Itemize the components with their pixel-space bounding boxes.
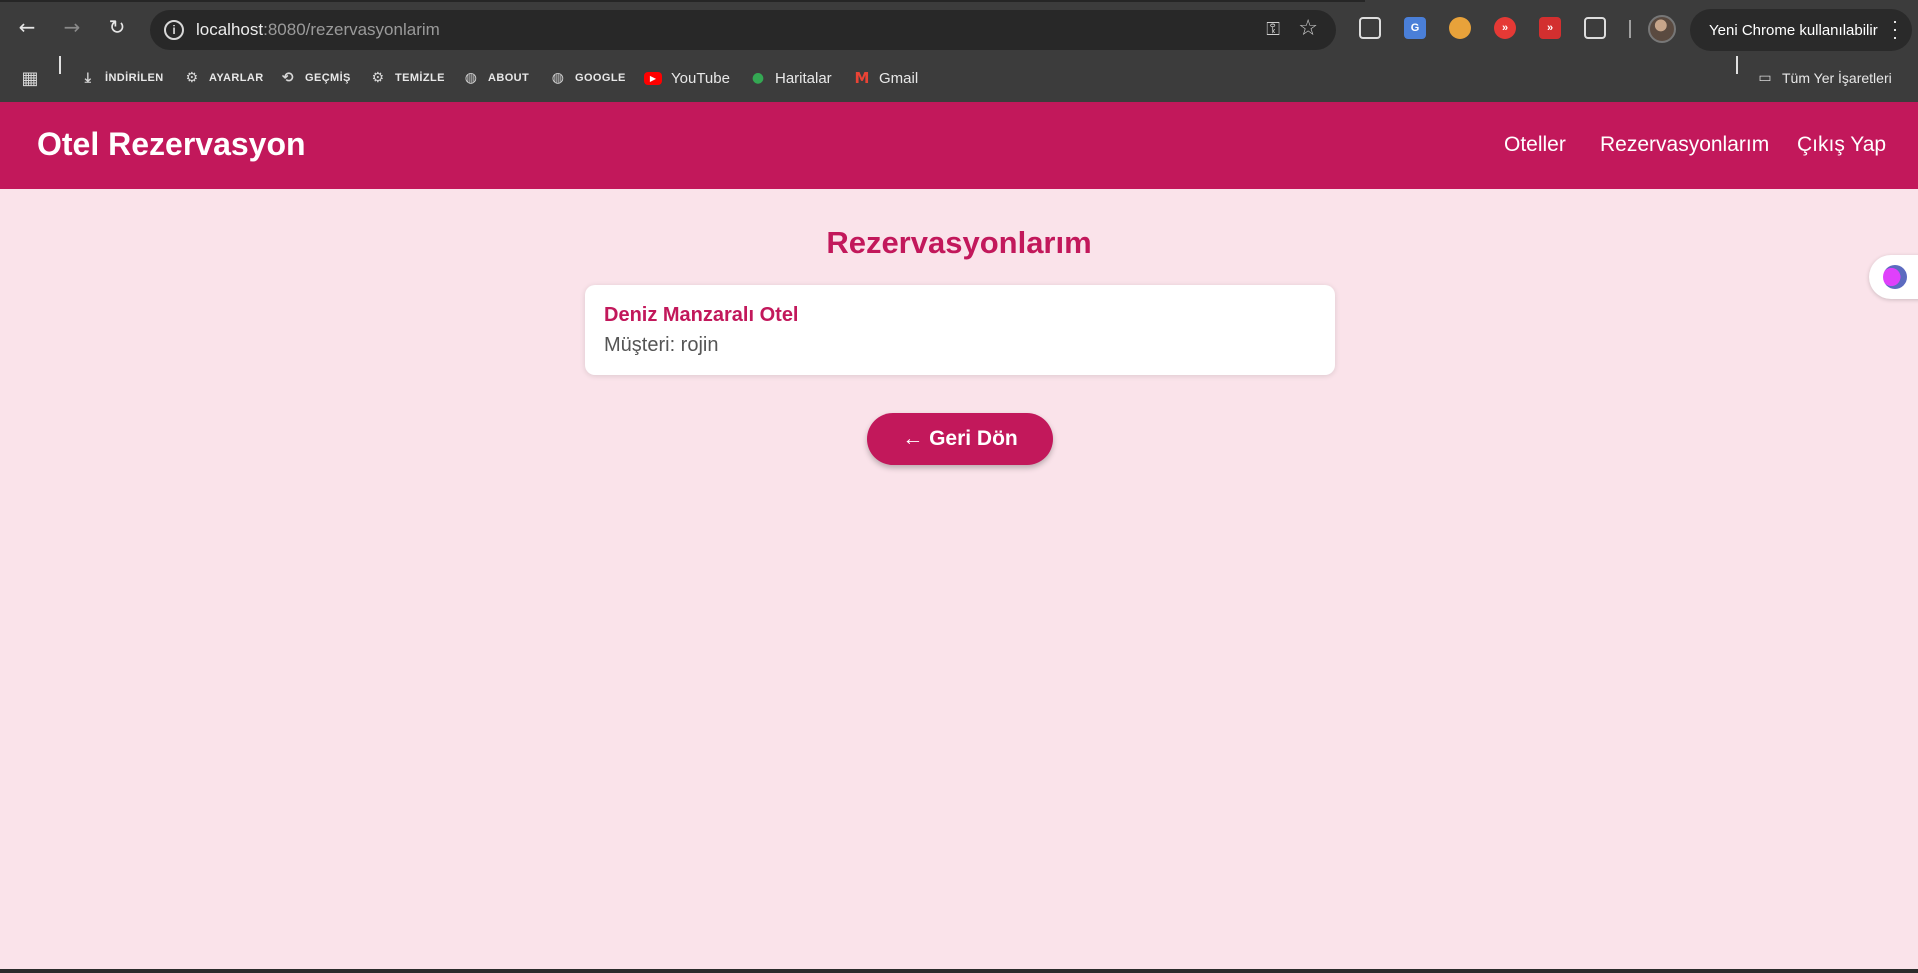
video-speed-extension-icon[interactable]: » — [1539, 17, 1561, 39]
bookmark-label: TEMİZLE — [395, 72, 445, 84]
chrome-update-label: Yeni Chrome kullanılabilir — [1709, 21, 1878, 39]
gear-icon: ⚙ — [185, 70, 199, 86]
globe-icon: ◍ — [464, 70, 478, 86]
site-navbar: Otel Rezervasyon Oteller Rezervasyonları… — [0, 102, 1918, 189]
bookmark-label: Haritalar — [775, 69, 832, 87]
url-host: localhost — [196, 20, 264, 39]
bookmark-indirilen[interactable]: ⤓ İNDİRİLEN — [80, 67, 164, 89]
bookmark-label: İNDİRİLEN — [105, 72, 164, 84]
site-info-icon[interactable]: i — [164, 20, 184, 40]
brain-icon — [1883, 265, 1907, 289]
folder-icon: ▭ — [1758, 70, 1772, 86]
back-arrow-icon[interactable]: ← — [13, 13, 41, 41]
profile-avatar[interactable] — [1648, 15, 1676, 43]
password-key-icon[interactable]: ⚿ — [1266, 19, 1280, 40]
bookmark-label: Tüm Yer İşaretleri — [1782, 70, 1892, 86]
bookmark-haritalar[interactable]: ● Haritalar — [750, 67, 832, 89]
bookmark-label: Gmail — [879, 69, 919, 87]
nav-link-rezervasyonlarim[interactable]: Rezervasyonlarım — [1600, 133, 1769, 157]
nav-link-cikis-yap[interactable]: Çıkış Yap — [1797, 133, 1886, 157]
fast-forward-extension-icon[interactable]: » — [1494, 17, 1516, 39]
bookmark-star-icon[interactable]: ☆ — [1298, 16, 1318, 41]
reload-icon[interactable]: ↻ — [103, 13, 131, 41]
gmail-icon: M — [854, 69, 870, 87]
window-bottom-edge — [0, 969, 1918, 973]
bookmarks-divider — [59, 56, 61, 74]
bookmark-google[interactable]: ◍ GOOGLE — [550, 67, 626, 89]
translate-extension-icon[interactable]: G — [1404, 17, 1426, 39]
url-path: :8080/rezervasyonlarim — [263, 20, 440, 39]
bookmark-gecmis[interactable]: ⟲ GEÇMİŞ — [280, 67, 351, 89]
download-icon: ⤓ — [84, 70, 92, 86]
reservation-card: Deniz Manzaralı Otel Müşteri: rojin — [585, 285, 1335, 375]
history-icon: ⟲ — [281, 70, 295, 86]
reservation-hotel-name: Deniz Manzaralı Otel — [604, 304, 799, 326]
bookmarks-divider — [1736, 56, 1738, 74]
user-check-extension-icon[interactable] — [1449, 17, 1471, 39]
bookmark-temizle[interactable]: ⚙ TEMİZLE — [370, 67, 445, 89]
nav-link-oteller[interactable]: Oteller — [1504, 133, 1566, 157]
bookmark-about[interactable]: ◍ ABOUT — [463, 67, 529, 89]
toolbar-divider — [1629, 20, 1631, 38]
chrome-update-button[interactable]: Yeni Chrome kullanılabilir · · · — [1690, 9, 1912, 51]
youtube-icon: ▶ — [644, 71, 662, 85]
bookmarks-bar: ▦ ⤓ İNDİRİLEN ⚙ AYARLAR ⟲ GEÇMİŞ ⚙ TEMİZLE ◍… — [0, 51, 1918, 102]
url-text[interactable]: localhost:8080/rezervasyonlarim — [196, 20, 440, 40]
apps-grid-icon[interactable]: ▦ — [22, 67, 39, 89]
back-button[interactable]: ← Geri Dön — [867, 413, 1053, 465]
reservation-customer: Müşteri: rojin — [604, 334, 719, 356]
address-bar[interactable]: i localhost:8080/rezervasyonlarim ⚿ ☆ — [150, 10, 1336, 50]
bookmark-label: YouTube — [671, 69, 730, 87]
all-bookmarks-folder[interactable]: ▭ Tüm Yer İşaretleri — [1757, 67, 1892, 89]
bookmark-youtube[interactable]: ▶ YouTube — [644, 67, 730, 89]
extensions-puzzle-icon[interactable] — [1584, 17, 1606, 39]
site-brand[interactable]: Otel Rezervasyon — [37, 126, 306, 163]
bookmark-label: GOOGLE — [575, 72, 626, 84]
browser-toolbar: ← → ↻ i localhost:8080/rezervasyonlarim … — [0, 0, 1918, 51]
bookmark-label: AYARLAR — [209, 72, 264, 84]
more-menu-icon[interactable]: · · · — [1892, 12, 1898, 46]
bookmark-gmail[interactable]: M Gmail — [854, 67, 919, 89]
bookmark-ayarlar[interactable]: ⚙ AYARLAR — [184, 67, 264, 89]
bookmark-label: ABOUT — [488, 72, 530, 84]
globe-icon: ◍ — [551, 70, 565, 86]
image-extension-icon[interactable] — [1359, 17, 1381, 39]
bookmark-label: GEÇMİŞ — [305, 72, 351, 84]
page-title: Rezervasyonlarım — [826, 225, 1092, 260]
side-assistant-widget[interactable] — [1869, 255, 1918, 299]
forward-arrow-icon[interactable]: → — [58, 13, 86, 41]
gear-icon: ⚙ — [371, 70, 385, 86]
maps-icon: ● — [751, 70, 765, 86]
